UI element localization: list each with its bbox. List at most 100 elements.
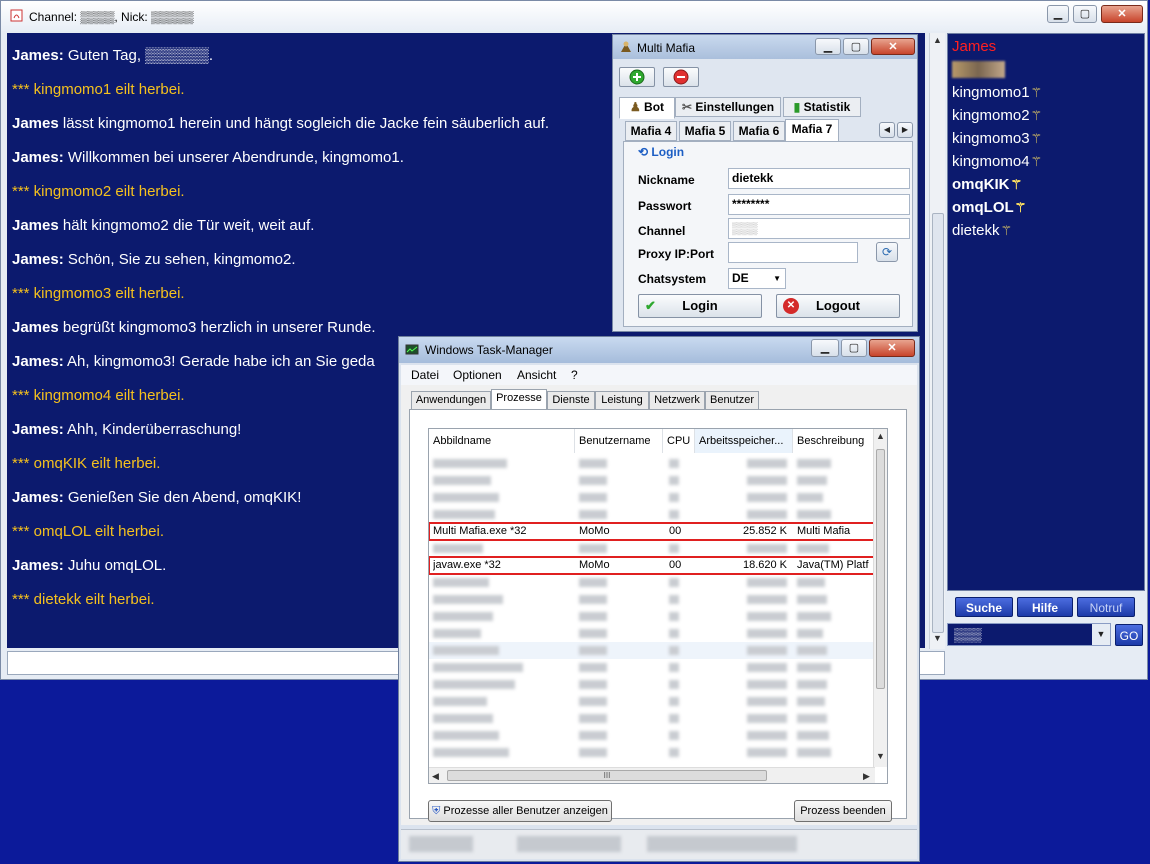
- redacted-cell: [747, 578, 787, 587]
- close-button[interactable]: ✕: [1101, 5, 1143, 23]
- search-button[interactable]: Suche: [955, 597, 1013, 617]
- tab-leistung[interactable]: Leistung: [595, 391, 649, 410]
- redacted-cell: [797, 714, 827, 723]
- redacted-cell: [669, 629, 679, 638]
- scroll-thumb[interactable]: [932, 213, 944, 633]
- tab-scroll-right-icon[interactable]: ▶: [897, 122, 913, 138]
- shield-icon: ⛨: [432, 805, 441, 817]
- menu-ansicht[interactable]: Ansicht: [517, 368, 556, 382]
- table-row[interactable]: [429, 506, 875, 523]
- nick-combo[interactable]: ▒▒▒ ▼: [947, 623, 1111, 646]
- nickname-field[interactable]: dietekk: [728, 168, 910, 189]
- table-row[interactable]: [429, 710, 875, 727]
- tab-mafia-5[interactable]: Mafia 5: [679, 121, 731, 141]
- logout-button[interactable]: ✕ Logout: [776, 294, 900, 318]
- col-arbeitsspeicher[interactable]: Arbeitsspeicher...: [695, 429, 793, 453]
- table-row[interactable]: Multi Mafia.exe *32 MoMo 00 25.852 K Multi M…: [429, 522, 876, 541]
- chatsystem-select[interactable]: DE ▼: [728, 268, 786, 289]
- process-hscrollbar[interactable]: ◀ III ▶: [429, 767, 875, 783]
- menu-datei[interactable]: Datei: [411, 368, 439, 382]
- tab-einstellungen[interactable]: ✂ Einstellungen: [675, 97, 781, 117]
- mm-close-button[interactable]: ✕: [871, 38, 915, 55]
- col-beschreibung[interactable]: Beschreibung: [793, 429, 875, 453]
- help-button[interactable]: Hilfe: [1017, 597, 1073, 617]
- chevron-down-icon[interactable]: ▼: [1092, 624, 1110, 645]
- tm-maximize-button[interactable]: ▢: [841, 339, 867, 357]
- scroll-up-icon[interactable]: ▲: [933, 35, 942, 45]
- end-process-button[interactable]: Prozess beenden: [794, 800, 892, 822]
- tab-bot[interactable]: ♟ Bot: [619, 97, 675, 119]
- java-icon: [10, 9, 23, 22]
- redacted-cell: [433, 578, 489, 587]
- col-benutzername[interactable]: Benutzername: [575, 429, 663, 453]
- tm-minimize-button[interactable]: ▁: [811, 339, 839, 357]
- user-list-item[interactable]: dietekk⚚: [952, 222, 1012, 239]
- table-row[interactable]: [429, 693, 875, 710]
- scroll-up-icon[interactable]: ▲: [876, 431, 885, 441]
- vscroll-thumb[interactable]: [876, 449, 885, 689]
- emergency-button[interactable]: Notruf: [1077, 597, 1135, 617]
- tab-prozesse[interactable]: Prozesse: [491, 389, 547, 411]
- hscroll-thumb[interactable]: III: [447, 770, 767, 781]
- login-button[interactable]: ✔ Login: [638, 294, 762, 318]
- tab-netzwerk[interactable]: Netzwerk: [649, 391, 705, 410]
- table-row[interactable]: [429, 472, 875, 489]
- user-list-item[interactable]: omqLOL⚚: [952, 199, 1026, 216]
- remove-bot-button[interactable]: [663, 67, 699, 87]
- chatsystem-label: Chatsystem: [638, 272, 707, 286]
- mm-maximize-button[interactable]: ▢: [843, 38, 869, 55]
- table-row[interactable]: [429, 744, 875, 761]
- redacted-cell: [669, 510, 679, 519]
- table-row[interactable]: [429, 625, 875, 642]
- table-row[interactable]: [429, 591, 875, 608]
- user-list-item[interactable]: James: [952, 38, 996, 55]
- tab-mafia-6[interactable]: Mafia 6: [733, 121, 785, 141]
- scroll-down-icon[interactable]: ▼: [933, 633, 942, 643]
- maximize-button[interactable]: ▢: [1073, 5, 1097, 23]
- scroll-right-icon[interactable]: ▶: [863, 771, 870, 782]
- tab-dienste[interactable]: Dienste: [547, 391, 595, 410]
- scroll-down-icon[interactable]: ▼: [876, 751, 885, 761]
- user-list-item[interactable]: kingmomo2⚚: [952, 107, 1042, 124]
- password-field[interactable]: ********: [728, 194, 910, 215]
- show-all-processes-button[interactable]: ⛨ Prozesse aller Benutzer anzeigen: [428, 800, 612, 822]
- table-row[interactable]: [429, 727, 875, 744]
- table-row[interactable]: [429, 540, 875, 557]
- tab-anwendungen[interactable]: Anwendungen: [411, 391, 491, 410]
- add-bot-button[interactable]: [619, 67, 655, 87]
- tab-benutzer[interactable]: Benutzer: [705, 391, 759, 410]
- user-list-item[interactable]: kingmomo3⚚: [952, 130, 1042, 147]
- minimize-button[interactable]: ▁: [1047, 5, 1069, 23]
- table-row[interactable]: [429, 659, 875, 676]
- tm-close-button[interactable]: ✕: [869, 339, 915, 357]
- col-abbildname[interactable]: Abbildname: [429, 429, 575, 453]
- channel-field[interactable]: ▒▒▒: [728, 218, 910, 239]
- user-list-item[interactable]: ▒▒▒▒▒: [952, 61, 1006, 78]
- table-row[interactable]: [429, 642, 875, 659]
- menu-optionen[interactable]: Optionen: [453, 368, 502, 382]
- go-button[interactable]: GO: [1115, 624, 1143, 646]
- tab-scroll-left-icon[interactable]: ◀: [879, 122, 895, 138]
- table-row[interactable]: [429, 455, 875, 472]
- tab-statistik[interactable]: ▮ Statistik: [783, 97, 861, 117]
- process-vscrollbar[interactable]: ▲ ▼: [873, 429, 887, 767]
- table-row[interactable]: javaw.exe *32 MoMo 00 18.620 K Java(TM) Plat…: [429, 556, 876, 575]
- status-processes: [409, 836, 473, 852]
- mm-minimize-button[interactable]: ▁: [815, 38, 841, 55]
- redacted-cell: [433, 748, 509, 757]
- proxy-field[interactable]: [728, 242, 858, 263]
- tab-mafia-4[interactable]: Mafia 4: [625, 121, 677, 141]
- user-list-item[interactable]: omqKIK⚚: [952, 176, 1022, 193]
- col-cpu[interactable]: CPU: [663, 429, 695, 453]
- user-list-item[interactable]: kingmomo1⚚: [952, 84, 1042, 101]
- table-row[interactable]: [429, 608, 875, 625]
- user-list-item[interactable]: kingmomo4⚚: [952, 153, 1042, 170]
- proxy-refresh-button[interactable]: ⟳: [876, 242, 898, 262]
- table-row[interactable]: [429, 489, 875, 506]
- chat-scrollbar[interactable]: ▲ ▼: [929, 33, 945, 649]
- tab-mafia-7[interactable]: Mafia 7: [785, 119, 839, 142]
- menu-help[interactable]: ?: [571, 368, 578, 382]
- table-row[interactable]: [429, 676, 875, 693]
- table-row[interactable]: [429, 574, 875, 591]
- scroll-left-icon[interactable]: ◀: [432, 771, 439, 782]
